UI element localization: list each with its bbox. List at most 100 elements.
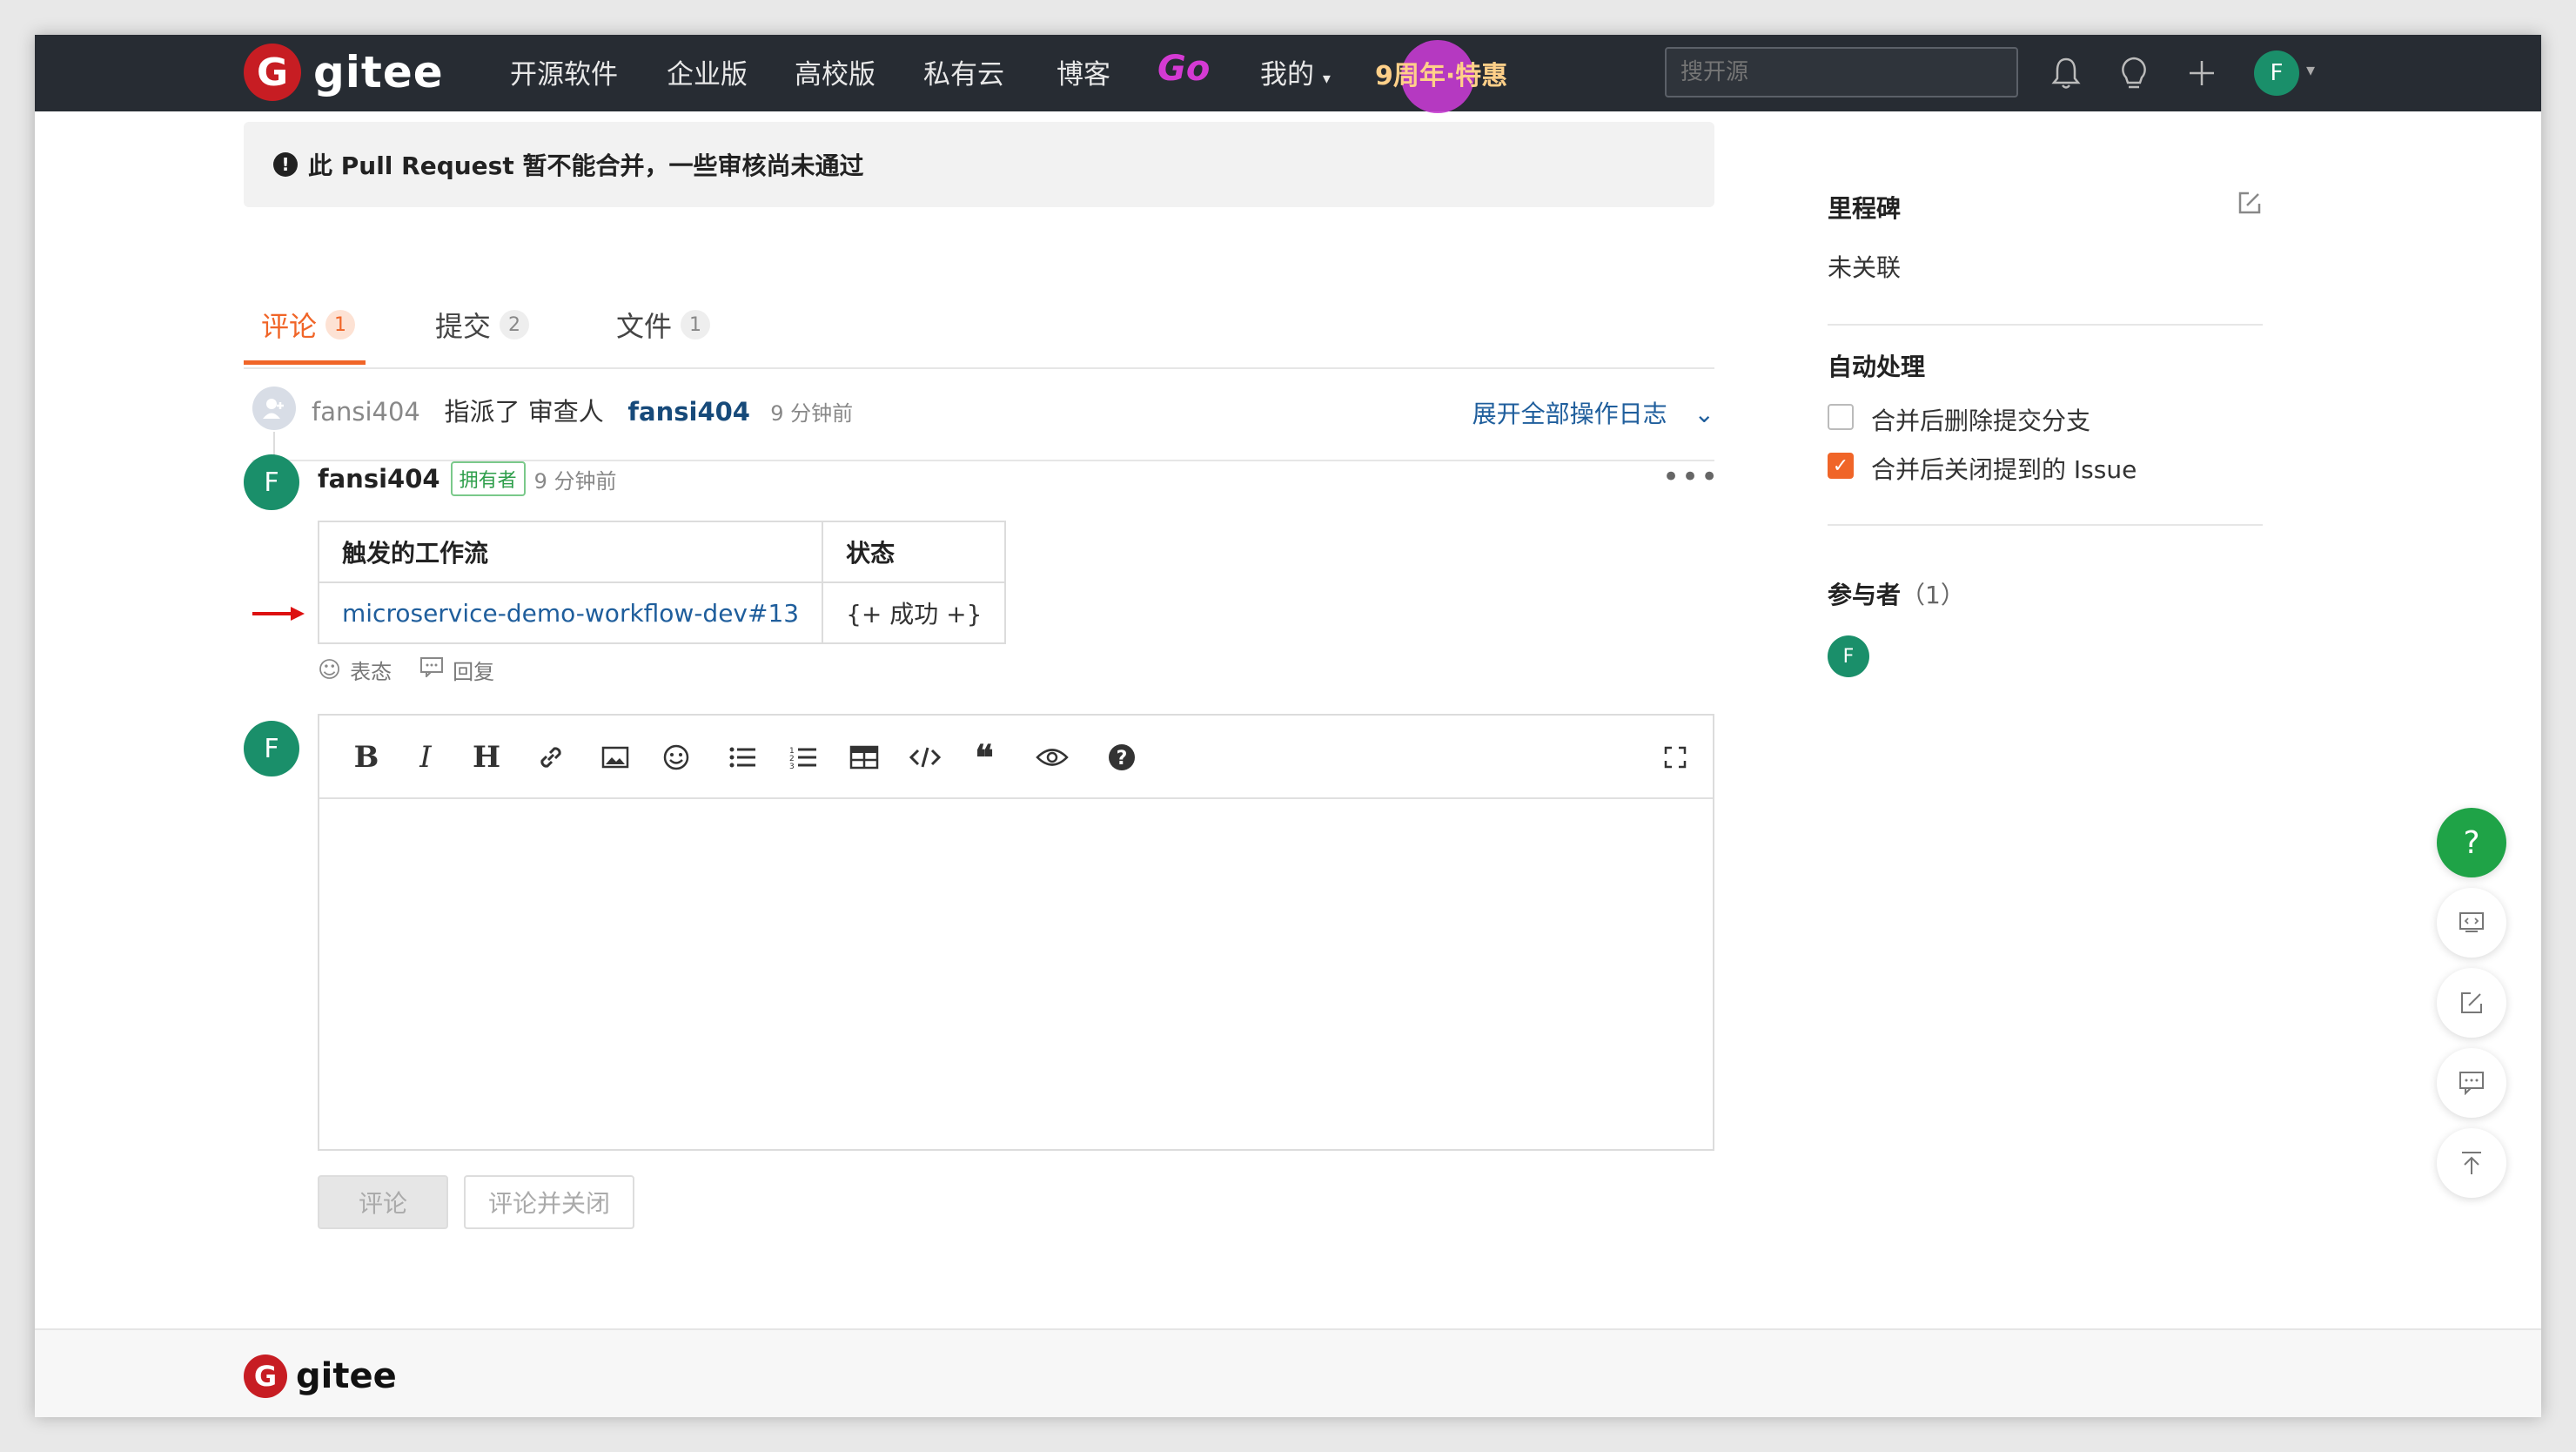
svg-text:?: ?: [1117, 748, 1128, 770]
table-row: microservice-demo-workflow-dev#13 {+ 成功 …: [317, 581, 1007, 644]
bell-icon[interactable]: [2047, 54, 2085, 92]
tab-files[interactable]: 文件 1: [616, 305, 711, 345]
heading-icon[interactable]: H: [464, 735, 509, 780]
editor-toolbar: B I H 123 ❝ ?: [319, 716, 1713, 799]
workflow-link[interactable]: microservice-demo-workflow-dev#13: [317, 581, 824, 644]
workflow-status: {+ 成功 +}: [822, 581, 1007, 644]
timeline-event: fansi404 指派了 审查人 fansi404 9 分钟前 展开全部操作日志…: [252, 366, 1714, 484]
code-icon[interactable]: [902, 735, 948, 780]
editor-textarea[interactable]: [319, 799, 1713, 1151]
event-text: fansi404 指派了 审查人 fansi404 9 分钟前: [312, 392, 853, 428]
nav-mine-label: 我的: [1260, 59, 1314, 91]
editor-avatar: F: [244, 721, 299, 776]
participants-title: 参与者（1）: [1828, 576, 1965, 611]
tab-label: 评论: [261, 310, 318, 343]
bold-icon[interactable]: B: [344, 735, 389, 780]
close-issue-label[interactable]: 合并后关闭提到的 Issue: [1871, 451, 2137, 486]
tab-comments[interactable]: 评论 1: [261, 305, 356, 345]
delete-branch-checkbox[interactable]: [1828, 404, 1854, 430]
divider: [1828, 524, 2263, 526]
chat-fab[interactable]: [2437, 1048, 2506, 1118]
event-user[interactable]: fansi404: [312, 397, 420, 427]
active-tab-indicator: [244, 360, 366, 365]
comment-author[interactable]: fansi404: [318, 464, 440, 494]
link-icon[interactable]: [528, 735, 574, 780]
nav-education[interactable]: 高校版: [795, 52, 875, 91]
assign-user-icon: [252, 387, 296, 430]
nav-enterprise[interactable]: 企业版: [667, 52, 748, 91]
nav-open-source[interactable]: 开源软件: [510, 52, 618, 91]
image-icon[interactable]: [593, 735, 638, 780]
lightbulb-icon[interactable]: [2115, 54, 2153, 92]
comment-avatar[interactable]: F: [244, 454, 299, 510]
user-avatar[interactable]: F: [2254, 50, 2299, 96]
gitee-logo-icon: G: [244, 1355, 287, 1398]
gitee-logo[interactable]: G gitee: [244, 44, 444, 101]
pr-tabs: 评论 1 提交 2 文件 1: [244, 270, 1714, 369]
nav-private-cloud[interactable]: 私有云: [923, 52, 1004, 91]
unordered-list-icon[interactable]: [720, 735, 765, 780]
comment-header: fansi404 拥有者 9 分钟前: [318, 461, 617, 496]
browser-window: G gitee 开源软件 企业版 高校版 私有云 博客 Go 我的 ▾ 9周年·…: [35, 35, 2541, 1417]
nav-mine[interactable]: 我的 ▾: [1260, 52, 1331, 91]
nav-blog[interactable]: 博客: [1057, 52, 1110, 91]
more-options-icon[interactable]: •••: [1662, 460, 1720, 494]
help-fab[interactable]: ?: [2437, 808, 2506, 877]
promo-text: 9周年·特惠: [1375, 61, 1508, 91]
nav-go[interactable]: Go: [1157, 49, 1210, 89]
tab-commits[interactable]: 提交 2: [435, 305, 530, 345]
fullscreen-icon[interactable]: [1653, 735, 1698, 780]
react-button[interactable]: 表态: [350, 655, 392, 685]
tab-label: 文件: [616, 310, 673, 343]
event-target[interactable]: fansi404: [627, 397, 750, 427]
reply-button[interactable]: 回复: [453, 655, 494, 685]
event-time: 9 分钟前: [770, 401, 854, 426]
feedback-fab[interactable]: [2437, 968, 2506, 1038]
tab-count: 2: [500, 310, 530, 339]
chevron-down-icon: ▾: [1322, 70, 1331, 88]
table-icon[interactable]: [842, 735, 887, 780]
event-action: 指派了 审查人: [444, 397, 604, 427]
markdown-editor: B I H 123 ❝ ?: [318, 714, 1714, 1151]
alert-text: 此 Pull Request 暂不能合并，一些审核尚未通过: [308, 151, 864, 180]
edit-icon[interactable]: [2237, 190, 2263, 219]
tab-count: 1: [325, 310, 356, 339]
comment-time: 9 分钟前: [533, 468, 617, 494]
top-navbar: G gitee 开源软件 企业版 高校版 私有云 博客 Go 我的 ▾ 9周年·…: [35, 35, 2541, 113]
close-issue-checkbox[interactable]: ✓: [1828, 453, 1854, 479]
preview-eye-icon[interactable]: [1030, 735, 1075, 780]
plus-icon[interactable]: [2183, 54, 2221, 92]
comment-button[interactable]: 评论: [318, 1175, 448, 1229]
quote-icon[interactable]: ❝: [962, 735, 1007, 780]
chevron-down-icon: ⌄: [1694, 400, 1714, 428]
footer: G gitee: [35, 1328, 2541, 1417]
ordered-list-icon[interactable]: 123: [781, 735, 826, 780]
participant-avatar[interactable]: F: [1828, 635, 1869, 677]
reply-icon[interactable]: [419, 656, 444, 683]
avatar-caret-icon[interactable]: ▾: [2306, 59, 2315, 80]
workflow-table: 触发的工作流 状态 microservice-demo-workflow-dev…: [317, 521, 1007, 644]
expand-log-link[interactable]: 展开全部操作日志 ⌄: [1472, 395, 1714, 430]
col-status: 状态: [822, 521, 1007, 583]
gitee-logo-text: gitee: [313, 47, 444, 97]
emoji-icon[interactable]: [654, 735, 699, 780]
italic-icon[interactable]: I: [403, 735, 448, 780]
comment-close-button[interactable]: 评论并关闭: [464, 1175, 634, 1229]
footer-logo[interactable]: G gitee: [244, 1355, 397, 1398]
smiley-icon[interactable]: ☺: [318, 657, 341, 683]
help-icon[interactable]: ?: [1099, 735, 1144, 780]
search-input[interactable]: [1665, 47, 2018, 97]
svg-text:3: 3: [789, 763, 795, 770]
gitee-logo-icon: G: [244, 44, 301, 101]
participants-count: （1）: [1901, 581, 1965, 609]
comment-actions: ☺ 表态 回复: [318, 655, 494, 685]
table-header-row: 触发的工作流 状态: [317, 521, 1007, 583]
delete-branch-label[interactable]: 合并后删除提交分支: [1871, 402, 2090, 437]
merge-blocked-alert: ! 此 Pull Request 暂不能合并，一些审核尚未通过: [244, 122, 1714, 207]
participants-label: 参与者: [1828, 581, 1902, 609]
footer-logo-text: gitee: [296, 1356, 397, 1396]
back-to-top-fab[interactable]: [2437, 1128, 2506, 1198]
anniversary-promo[interactable]: 9周年·特惠: [1375, 40, 1523, 113]
code-snippet-fab[interactable]: [2437, 888, 2506, 958]
tab-label: 提交: [435, 310, 492, 343]
